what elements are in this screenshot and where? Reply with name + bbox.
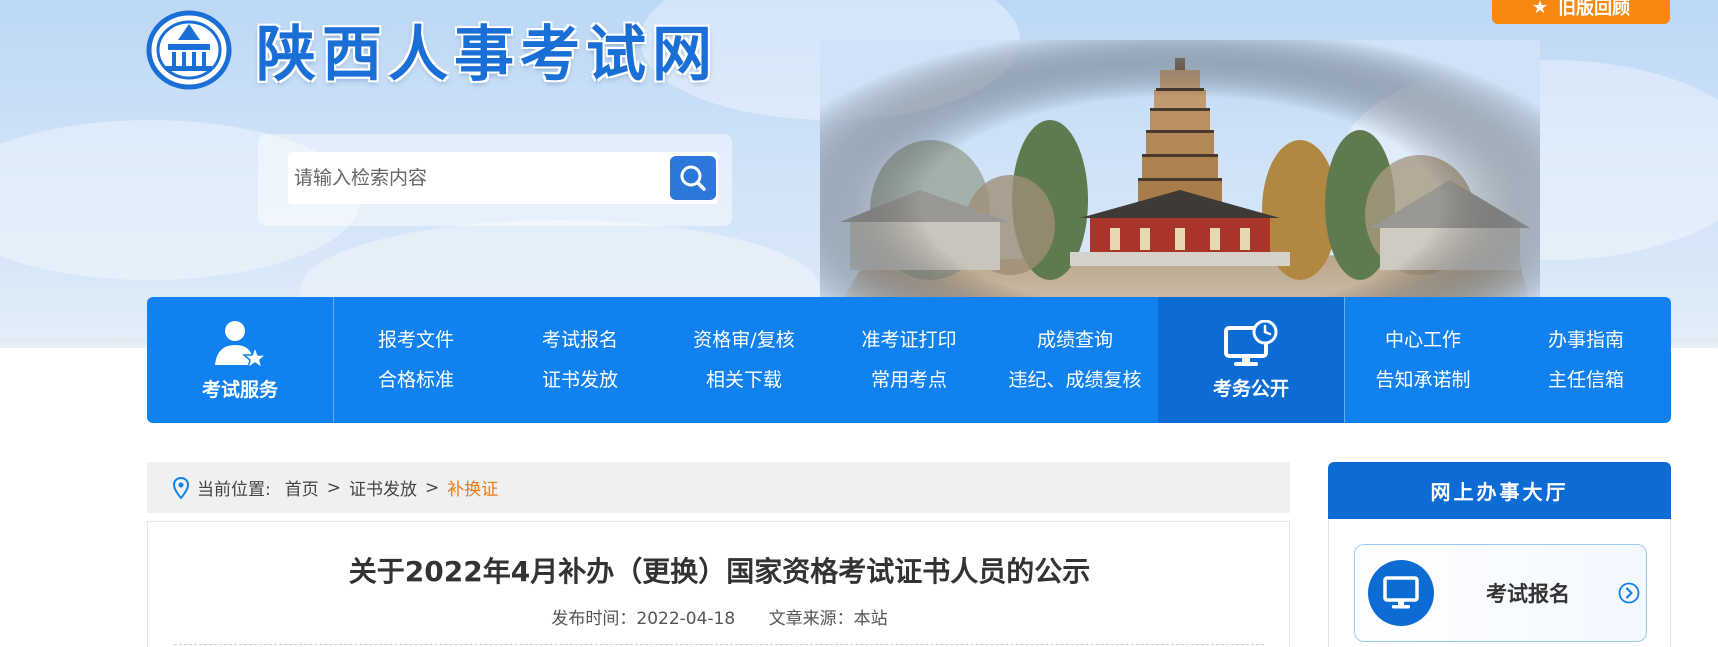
monitor-icon: [1368, 560, 1434, 626]
search-button-wrap: [668, 152, 718, 204]
old-version-button[interactable]: ★ 旧版回顾: [1492, 0, 1670, 24]
star-icon: ★: [1531, 0, 1549, 18]
nav-link-downloads[interactable]: 相关下载: [662, 361, 826, 399]
nav-link-certificate-issue[interactable]: 证书发放: [498, 361, 662, 399]
breadcrumb-separator: >: [326, 477, 341, 498]
exam-registration-label: 考试报名: [1486, 582, 1570, 606]
online-service-hall-header: 网上办事大厅: [1328, 462, 1671, 519]
search-box: [258, 134, 732, 226]
site-title: 陕西人事考试网: [256, 20, 718, 90]
nav-section-exam-affairs[interactable]: 考务公开: [1158, 297, 1345, 423]
article-panel: 关于2022年4月补办（更换）国家资格考试证书人员的公示 发布时间：2022-0…: [147, 521, 1290, 647]
pagoda-scene-image: [820, 40, 1540, 340]
exam-service-label: 考试服务: [202, 378, 279, 401]
article-title: 关于2022年4月补办（更换）国家资格考试证书人员的公示: [348, 555, 1091, 588]
nav-link-exam-sites[interactable]: 常用考点: [826, 361, 992, 399]
breadcrumb-current[interactable]: 补换证: [447, 475, 498, 500]
exam-registration-card[interactable]: 考试报名: [1354, 544, 1647, 642]
exam-affairs-links: 中心工作 办事指南 告知承诺制 主任信箱: [1345, 297, 1671, 423]
emblem-icon: [146, 10, 232, 89]
nav-link-exam-files[interactable]: 报考文件: [334, 321, 498, 359]
nav-link-exam-registration[interactable]: 考试报名: [498, 321, 662, 359]
nav-section-exam-service[interactable]: 考试服务: [147, 297, 333, 423]
article-divider: [174, 644, 1264, 645]
breadcrumb-certificate-issue[interactable]: 证书发放: [349, 475, 417, 500]
publish-time: 发布时间：2022-04-18: [551, 609, 736, 629]
nav-link-passing-standard[interactable]: 合格标准: [334, 361, 498, 399]
location-pin-icon: [173, 476, 189, 499]
user-star-icon: [215, 320, 268, 369]
monitor-clock-icon: [1224, 319, 1278, 366]
nav-link-violation-review[interactable]: 违纪、成绩复核: [992, 361, 1158, 399]
chevron-right-circle-icon: [1618, 582, 1640, 604]
breadcrumb-prefix: 当前位置:: [197, 480, 271, 500]
nav-link-director-mailbox[interactable]: 主任信箱: [1501, 361, 1671, 399]
article-meta: 发布时间：2022-04-18 文章来源：本站: [148, 604, 1291, 629]
nav-link-service-guide[interactable]: 办事指南: [1501, 321, 1671, 359]
breadcrumb: 当前位置: 首页 > 证书发放 > 补换证: [147, 462, 1290, 513]
exam-affairs-label: 考务公开: [1213, 377, 1290, 400]
nav-link-center-work[interactable]: 中心工作: [1345, 321, 1501, 359]
nav-link-commitment[interactable]: 告知承诺制: [1345, 361, 1501, 399]
nav-link-score-query[interactable]: 成绩查询: [992, 321, 1158, 359]
search-icon: [680, 165, 706, 191]
article-source: 文章来源：本站: [768, 609, 888, 629]
breadcrumb-home[interactable]: 首页: [285, 475, 319, 500]
old-version-label: 旧版回顾: [1558, 0, 1631, 19]
nav-link-admission-ticket[interactable]: 准考证打印: [826, 321, 992, 359]
search-button[interactable]: [670, 156, 716, 200]
exam-service-links: 报考文件 考试报名 资格审/复核 准考证打印 成绩查询 合格标准 证书发放 相关…: [334, 297, 1158, 423]
site-logo[interactable]: 陕西人事考试网: [146, 6, 718, 93]
main-nav: 考试服务 报考文件 考试报名 资格审/复核 准考证打印 成绩查询 合格标准 证书…: [147, 297, 1671, 423]
search-input[interactable]: [288, 152, 668, 204]
breadcrumb-separator: >: [424, 477, 440, 498]
nav-link-qualification-review[interactable]: 资格审/复核: [662, 321, 826, 359]
